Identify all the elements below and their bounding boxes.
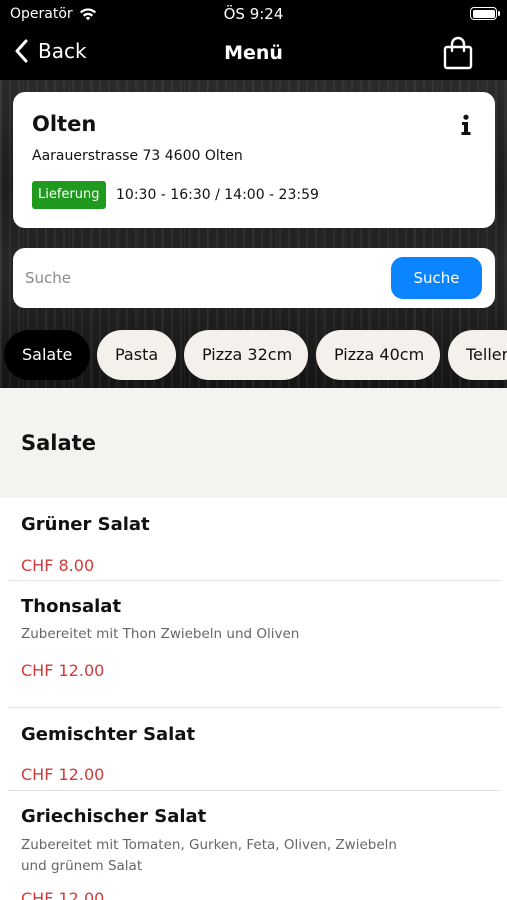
item-price: CHF 12.00: [21, 765, 105, 784]
opening-hours: 10:30 - 16:30 / 14:00 - 23:59: [116, 187, 319, 203]
item-price: CHF 8.00: [21, 556, 95, 575]
shopping-bag-icon[interactable]: [443, 36, 473, 70]
menu-list: Salate Grüner Salat CHF 8.00 Thonsalat Z…: [0, 388, 507, 900]
tab-pizza-32cm[interactable]: Pizza 32cm: [184, 330, 308, 380]
category-tabs: Salate Pasta Pizza 32cm Pizza 40cm Telle…: [0, 330, 507, 380]
status-bar: Operatör ÖS 9:24: [0, 0, 507, 28]
tab-pizza-40cm[interactable]: Pizza 40cm: [316, 330, 440, 380]
tab-salate[interactable]: Salate: [4, 330, 90, 380]
tab-pasta[interactable]: Pasta: [97, 330, 176, 380]
menu-item[interactable]: Thonsalat Zubereitet mit Thon Zwiebeln u…: [0, 581, 507, 707]
store-card: Olten Aarauerstrasse 73 4600 Olten Liefe…: [13, 92, 495, 228]
tab-teller[interactable]: Teller: [448, 330, 507, 380]
section-header: Salate: [0, 388, 507, 498]
menu-item[interactable]: Griechischer Salat Zubereitet mit Tomate…: [0, 791, 507, 900]
item-price: CHF 12.00: [21, 661, 105, 680]
item-name: Thonsalat: [21, 596, 122, 617]
back-label: Back: [38, 39, 87, 63]
item-name: Grüner Salat: [21, 514, 150, 535]
item-name: Gemischter Salat: [21, 724, 196, 745]
search-card: Suche: [13, 248, 495, 308]
delivery-badge: Lieferung: [32, 181, 106, 209]
item-name: Griechischer Salat: [21, 806, 207, 827]
status-time: ÖS 9:24: [223, 5, 284, 23]
store-address: Aarauerstrasse 73 4600 Olten: [32, 148, 243, 164]
search-button[interactable]: Suche: [391, 257, 482, 299]
info-icon[interactable]: [457, 114, 475, 136]
item-description: Zubereitet mit Thon Zwiebeln und Oliven: [21, 626, 300, 642]
menu-item[interactable]: Grüner Salat CHF 8.00: [0, 498, 507, 580]
store-name: Olten: [32, 112, 97, 136]
search-input[interactable]: [25, 261, 385, 295]
item-price: CHF 12.00: [21, 889, 105, 900]
section-title: Salate: [21, 431, 96, 455]
back-button[interactable]: Back: [14, 39, 87, 63]
battery-icon: [470, 7, 500, 20]
item-description: Zubereitet mit Tomaten, Gurken, Feta, Ol…: [21, 837, 397, 874]
menu-item[interactable]: Gemischter Salat CHF 12.00: [0, 708, 507, 790]
navigation-bar: Back Menü: [0, 28, 507, 80]
chevron-left-icon: [15, 39, 28, 63]
